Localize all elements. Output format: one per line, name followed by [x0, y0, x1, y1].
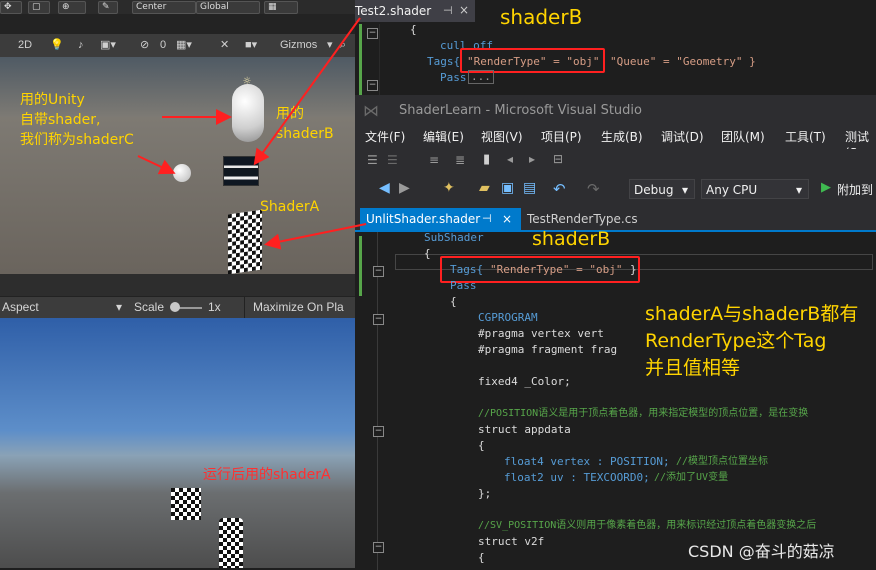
arrow-to-sphere — [137, 155, 176, 175]
annotation-arrows — [137, 17, 367, 250]
arrow-to-cube — [253, 17, 361, 166]
arrow-to-checker — [264, 223, 367, 250]
